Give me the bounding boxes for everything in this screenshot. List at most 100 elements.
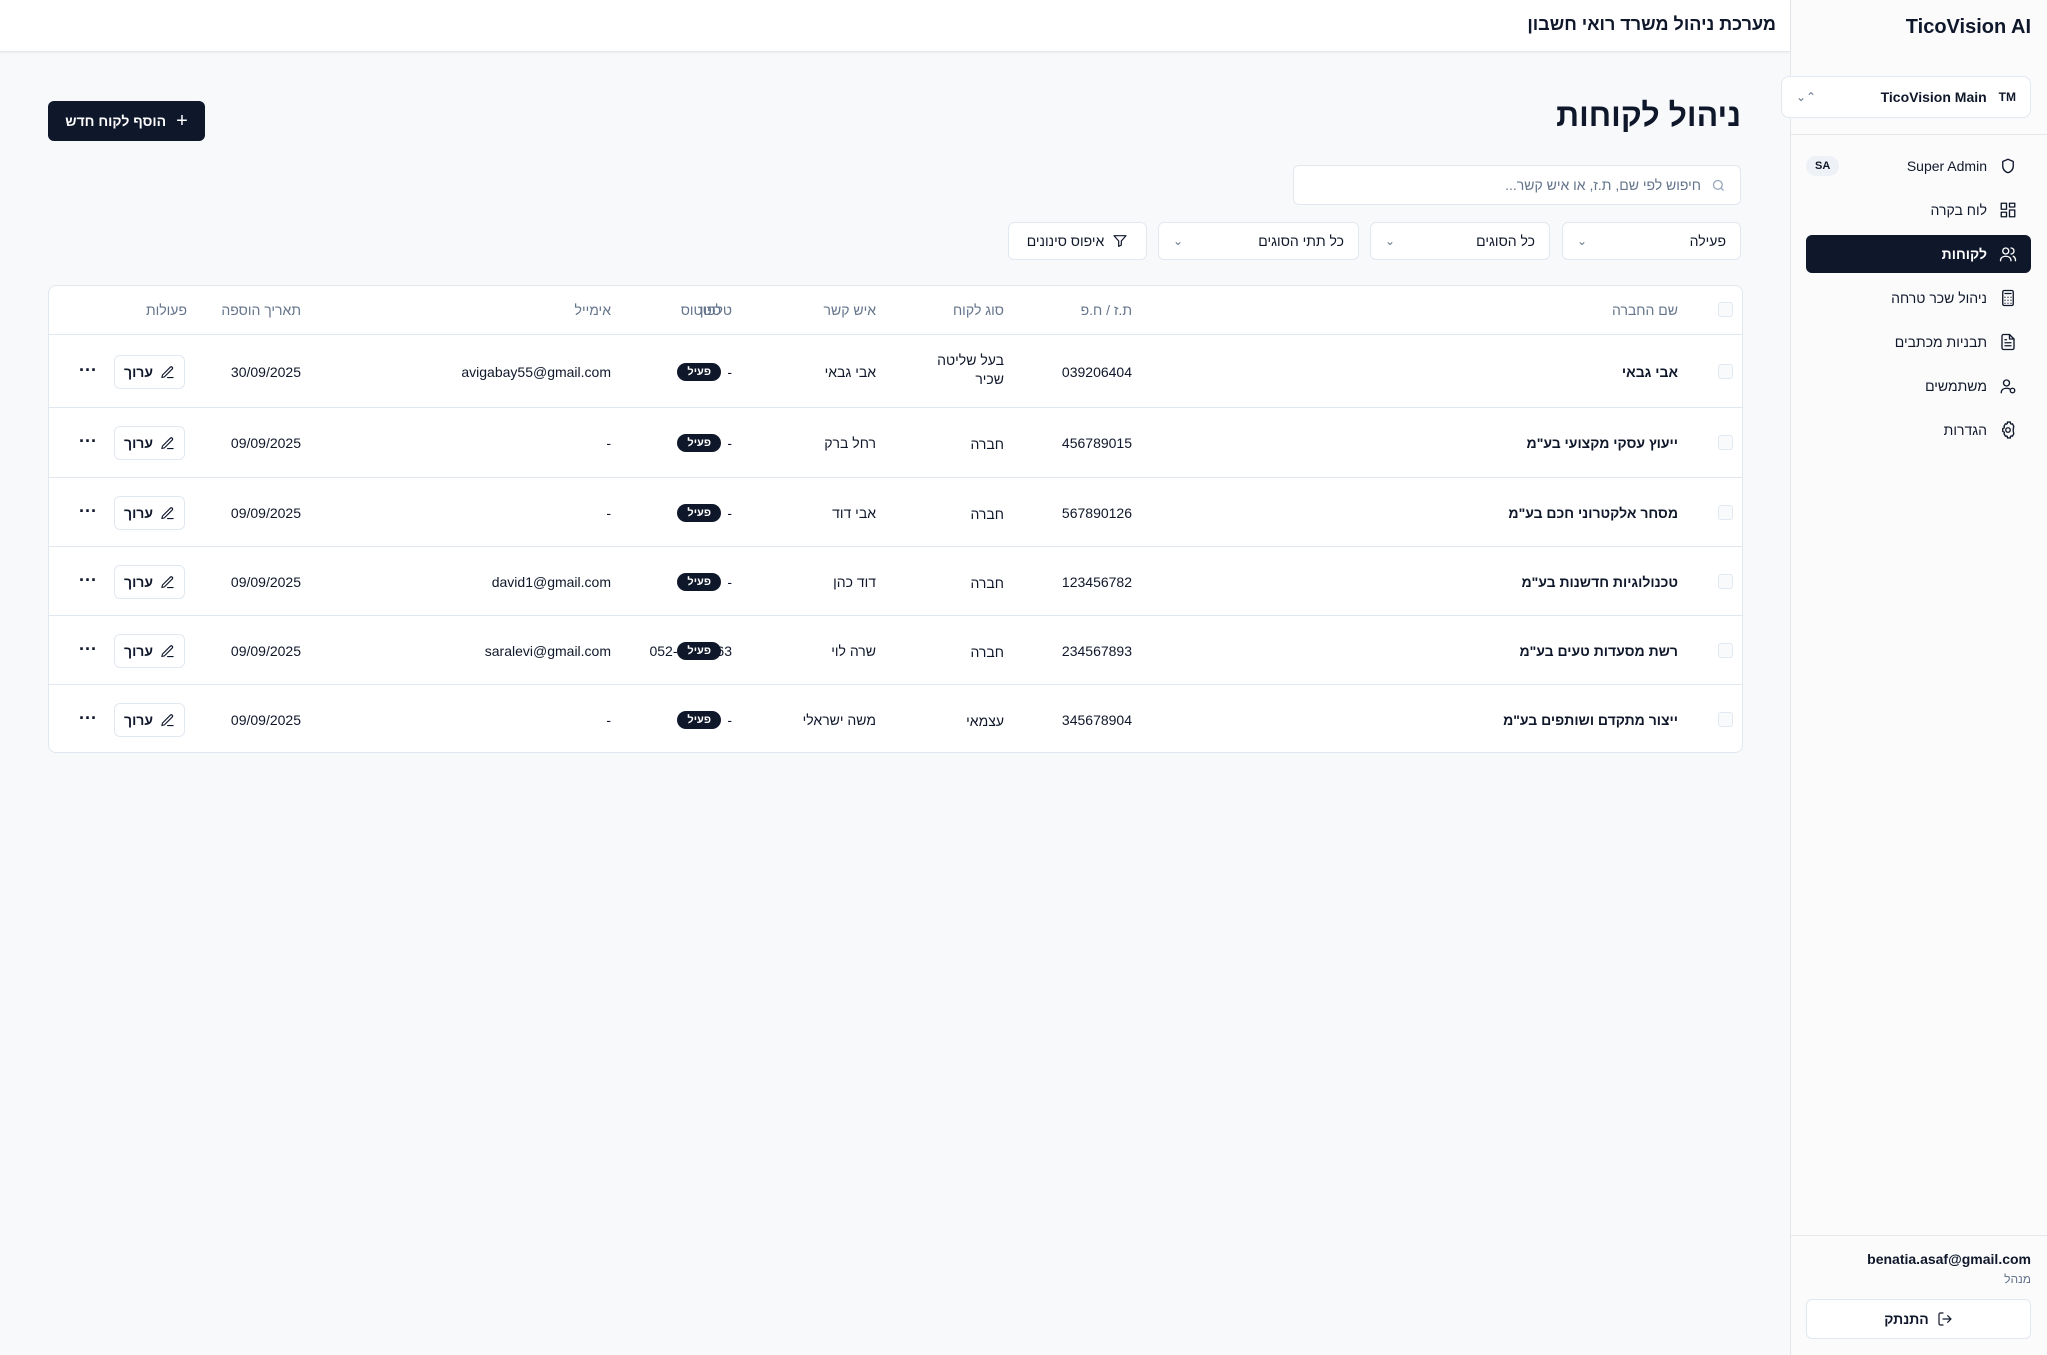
client-search[interactable] xyxy=(1293,165,1741,205)
filter-icon xyxy=(1113,235,1127,247)
header-email: אימייל xyxy=(574,302,611,318)
phone: - xyxy=(727,364,732,380)
contact-person: רחל ברק xyxy=(824,435,876,451)
sidebar-item-dashboard[interactable]: לוח בקרה xyxy=(1806,191,2031,229)
brand-title: TicoVision AI xyxy=(1905,16,2031,38)
email: - xyxy=(606,505,611,521)
client-id: 039206404 xyxy=(1061,364,1132,380)
users-icon xyxy=(1999,247,2017,262)
contact-person: משה ישראלי xyxy=(802,712,876,728)
edit-client-button[interactable]: ערוך xyxy=(114,565,185,599)
sidebar-item-users[interactable]: משתמשים xyxy=(1806,367,2031,405)
chevron-down-icon: ⌄ xyxy=(1577,234,1588,248)
add-client-button[interactable]: + הוסף לקוח חדש xyxy=(48,101,205,141)
table-row[interactable]: אבי גבאי 039206404 בעל שליטה שכיר אבי גב… xyxy=(49,335,1742,408)
search-icon xyxy=(1712,179,1724,191)
edit-icon xyxy=(161,365,174,378)
client-id: 345678904 xyxy=(1061,712,1132,728)
more-actions-icon[interactable]: ··· xyxy=(79,708,97,729)
select-all-checkbox[interactable] xyxy=(1718,302,1733,317)
company-name[interactable]: ייצור מתקדם ושותפים בע"מ xyxy=(1503,712,1678,728)
status-badge: פעיל xyxy=(677,642,721,660)
logout-icon xyxy=(1938,1312,1952,1326)
sidebar-item-label: לקוחות xyxy=(1941,246,1987,262)
sidebar-item-settings[interactable]: הגדרות xyxy=(1806,411,2031,449)
table-row[interactable]: רשת מסעדות טעים בע"מ 234567893 חברה שרה … xyxy=(49,616,1742,685)
company-name[interactable]: טכנולוגיות חדשנות בע"מ xyxy=(1521,574,1678,590)
row-checkbox[interactable] xyxy=(1718,505,1733,520)
sidebar-item-super-admin[interactable]: Super Admin SA xyxy=(1806,147,2031,185)
email: saralevi@gmail.com xyxy=(484,643,611,659)
date-added: 30/09/2025 xyxy=(230,364,301,380)
super-admin-badge: SA xyxy=(1806,156,1840,176)
chevron-up-down-icon: ⌃⌄ xyxy=(1796,90,1817,104)
system-title: מערכת ניהול משרד רואי חשבון xyxy=(1527,14,1776,34)
calculator-icon xyxy=(2002,289,2014,307)
contact-person: דוד כהן xyxy=(833,574,876,590)
user-cog-icon xyxy=(2000,379,2016,394)
row-checkbox[interactable] xyxy=(1718,643,1733,658)
table-row[interactable]: מסחר אלקטרוני חכם בע"מ 567890126 חברה אב… xyxy=(49,478,1742,547)
row-checkbox[interactable] xyxy=(1718,712,1733,727)
more-actions-icon[interactable]: ··· xyxy=(79,501,97,522)
logout-button[interactable]: התנתק xyxy=(1806,1299,2031,1339)
edit-label: ערוך xyxy=(124,505,154,521)
table-row[interactable]: טכנולוגיות חדשנות בע"מ 123456782 חברה דו… xyxy=(49,547,1742,616)
edit-client-button[interactable]: ערוך xyxy=(114,703,185,737)
phone: - xyxy=(727,435,732,451)
page-title: ניהול לקוחות xyxy=(1556,97,1741,133)
more-actions-icon[interactable]: ··· xyxy=(79,639,97,660)
client-id: 567890126 xyxy=(1061,505,1132,521)
more-actions-icon[interactable]: ··· xyxy=(79,360,97,381)
client-id: 123456782 xyxy=(1061,574,1132,590)
company-name[interactable]: אבי גבאי xyxy=(1622,364,1678,380)
shield-icon xyxy=(2002,158,2014,174)
table-row[interactable]: ייצור מתקדם ושותפים בע"מ 345678904 עצמאי… xyxy=(49,685,1742,752)
email: - xyxy=(606,435,611,451)
client-search-input[interactable] xyxy=(1308,177,1701,193)
sidebar-item-fee-management[interactable]: ניהול שכר טרחה xyxy=(1806,279,2031,317)
company-name[interactable]: ייעוץ עסקי מקצועי בע"מ xyxy=(1527,435,1678,451)
row-checkbox[interactable] xyxy=(1718,364,1733,379)
edit-icon xyxy=(161,506,174,519)
logout-label: התנתק xyxy=(1884,1311,1929,1327)
header-id: ת.ז / ח.פ xyxy=(1080,302,1132,318)
reset-filters-button[interactable]: איפוס סינונים xyxy=(1008,222,1147,260)
organization-selector[interactable]: TM TicoVision Main ⌃⌄ xyxy=(1781,76,2031,118)
plus-icon: + xyxy=(176,110,188,132)
phone: - xyxy=(727,574,732,590)
client-id: 234567893 xyxy=(1061,643,1132,659)
email: - xyxy=(606,712,611,728)
more-actions-icon[interactable]: ··· xyxy=(79,431,97,452)
sidebar-item-clients[interactable]: לקוחות xyxy=(1806,235,2031,273)
date-added: 09/09/2025 xyxy=(230,643,301,659)
row-checkbox[interactable] xyxy=(1718,574,1733,589)
chevron-down-icon: ⌄ xyxy=(1173,234,1184,248)
header-actions: פעולות xyxy=(145,302,187,318)
company-name[interactable]: מסחר אלקטרוני חכם בע"מ xyxy=(1508,505,1678,521)
current-user: benatia.asaf@gmail.com מנהל xyxy=(1867,1251,2031,1286)
date-added: 09/09/2025 xyxy=(230,435,301,451)
edit-icon xyxy=(161,713,174,726)
more-actions-icon[interactable]: ··· xyxy=(79,570,97,591)
sidebar-item-letter-templates[interactable]: תבניות מכתבים xyxy=(1806,323,2031,361)
edit-client-button[interactable]: ערוך xyxy=(114,355,185,389)
edit-icon xyxy=(161,644,174,657)
sidebar-item-label: תבניות מכתבים xyxy=(1894,334,1987,350)
client-type: חברה xyxy=(970,436,1004,452)
client-type: חברה xyxy=(970,506,1004,522)
client-subtype-filter[interactable]: כל תתי הסוגים ⌄ xyxy=(1158,222,1359,260)
edit-icon xyxy=(161,575,174,588)
row-checkbox[interactable] xyxy=(1718,435,1733,450)
edit-client-button[interactable]: ערוך xyxy=(114,426,185,460)
edit-client-button[interactable]: ערוך xyxy=(114,496,185,530)
reset-filters-label: איפוס סינונים xyxy=(1026,233,1105,249)
company-name[interactable]: רשת מסעדות טעים בע"מ xyxy=(1519,643,1678,659)
client-type-filter[interactable]: כל הסוגים ⌄ xyxy=(1370,222,1550,260)
edit-client-button[interactable]: ערוך xyxy=(114,634,185,668)
header-client-type: סוג לקוח xyxy=(952,302,1004,318)
table-row[interactable]: ייעוץ עסקי מקצועי בע"מ 456789015 חברה רח… xyxy=(49,408,1742,478)
document-icon xyxy=(2001,333,2015,351)
status-filter[interactable]: פעילה ⌄ xyxy=(1562,222,1741,260)
sidebar-item-label: ניהול שכר טרחה xyxy=(1891,290,1987,306)
